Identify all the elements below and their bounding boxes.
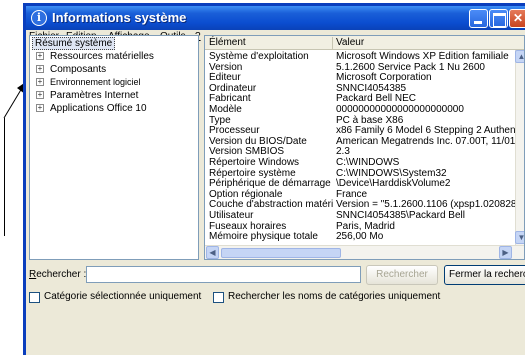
row-item: Version (209, 61, 243, 73)
row-item: Fabricant (209, 93, 251, 105)
row-value: Packard Bell NEC (336, 93, 417, 105)
close-icon[interactable] (509, 9, 525, 28)
info-icon: i (31, 10, 47, 26)
row-value: \Device\HarddiskVolume2 (336, 178, 451, 190)
column-header-value[interactable]: Valeur (336, 37, 364, 48)
search-input[interactable] (86, 266, 361, 283)
row-item: Option régionale (209, 188, 283, 200)
details-table: Élément Valeur Système d'exploitation Mic… (204, 35, 525, 260)
search-bar: Rechercher : Rechercher Fermer la recher… (26, 265, 525, 285)
vertical-scrollbar[interactable]: ▲ ▼ (515, 50, 524, 245)
row-item: Version SMBIOS (209, 146, 285, 158)
row-item: Version du BIOS/Date (209, 135, 307, 147)
title-bar[interactable]: i Informations système (26, 6, 525, 30)
window-title: Informations système (52, 10, 187, 25)
annotation-line (4, 118, 5, 236)
row-value: SNNCI4054385\Packard Bell (336, 210, 465, 221)
row-item: Type (209, 114, 231, 126)
selected-category-checkbox[interactable] (29, 292, 40, 303)
row-value: x86 Family 6 Model 6 Stepping 2 Authenti… (336, 125, 516, 137)
scroll-down-icon[interactable]: ▼ (515, 231, 524, 244)
row-item: Répertoire Windows (209, 157, 300, 168)
search-label: Rechercher : (29, 269, 87, 280)
row-item: Ordinateur (209, 82, 257, 94)
scroll-right-icon[interactable]: ▶ (499, 246, 512, 259)
row-value: C:\WINDOWS (336, 157, 400, 168)
tree-item-software[interactable]: + Environnement logiciel (36, 77, 141, 89)
row-value: 00000000000000000000000 (336, 104, 464, 115)
maximize-icon[interactable] (489, 9, 508, 28)
category-names-label[interactable]: Rechercher les noms de catégories unique… (228, 291, 440, 302)
row-item: Fuseaux horaires (209, 220, 287, 232)
scroll-left-icon[interactable]: ◀ (206, 246, 219, 259)
search-options: Catégorie sélectionnée uniquement Recher… (26, 291, 525, 305)
row-item: Modèle (209, 104, 242, 115)
scroll-thumb[interactable] (221, 248, 341, 258)
row-value: 5.1.2600 Service Pack 1 Nu 2600 (336, 61, 485, 73)
column-divider[interactable] (332, 37, 333, 49)
expand-icon[interactable]: + (36, 78, 44, 86)
expand-icon[interactable]: + (36, 104, 44, 112)
tree-item-components[interactable]: + Composants (36, 64, 106, 76)
row-item: Mémoire physique totale (209, 231, 318, 243)
row-value: 256,00 Mo (336, 231, 384, 243)
row-item: Processeur (209, 125, 260, 137)
row-item: Couche d'abstraction matéri... (209, 199, 333, 211)
row-value: Microsoft Corporation (336, 72, 432, 84)
tree-root-summary[interactable]: Résumé système (32, 37, 116, 50)
row-item: Système d'exploitation (209, 51, 309, 62)
category-names-checkbox[interactable] (213, 292, 224, 303)
tree-item-internet[interactable]: + Paramètres Internet (36, 90, 138, 102)
row-value: Version = "5.1.2600.1106 (xpsp1.020828-1… (336, 199, 516, 211)
row-value: France (336, 188, 368, 200)
row-item: Répertoire système (209, 167, 296, 179)
close-search-button[interactable]: Fermer la recherche (444, 265, 525, 285)
tree-item-hardware[interactable]: + Ressources matérielles (36, 51, 154, 63)
table-header: Élément Valeur (205, 36, 524, 50)
search-button[interactable]: Rechercher (366, 265, 438, 285)
row-item: Périphérique de démarrage (209, 178, 331, 190)
row-item: Utilisateur (209, 210, 254, 221)
expand-icon[interactable]: + (36, 65, 44, 73)
expand-icon[interactable]: + (36, 91, 44, 99)
scroll-up-icon[interactable]: ▲ (515, 50, 524, 63)
minimize-icon[interactable] (469, 9, 488, 28)
table-row[interactable]: Mémoire physique totale 256,00 Mo (205, 231, 524, 243)
horizontal-scrollbar[interactable]: ◀ ▶ (205, 245, 524, 259)
row-item: Éditeur (209, 72, 241, 84)
system-info-window: i Informations système Fichier Edition A… (23, 3, 525, 355)
row-value: PC à base X86 (336, 114, 404, 126)
expand-icon[interactable]: + (36, 52, 44, 60)
column-header-item[interactable]: Élément (209, 37, 246, 48)
row-value: Microsoft Windows XP Édition familiale (336, 51, 509, 62)
tree-item-office[interactable]: + Applications Office 10 (36, 103, 147, 115)
row-value: C:\WINDOWS\System32 (336, 167, 447, 179)
row-value: American Megatrends Inc. 07.00T, 11/01/2… (336, 135, 516, 147)
category-tree[interactable]: Résumé système + Ressources matérielles +… (29, 35, 199, 260)
row-value: Paris, Madrid (336, 220, 395, 232)
row-value: 2.3 (336, 146, 350, 158)
selected-category-label[interactable]: Catégorie sélectionnée uniquement (44, 291, 201, 302)
row-value: SNNCI4054385 (336, 82, 407, 94)
